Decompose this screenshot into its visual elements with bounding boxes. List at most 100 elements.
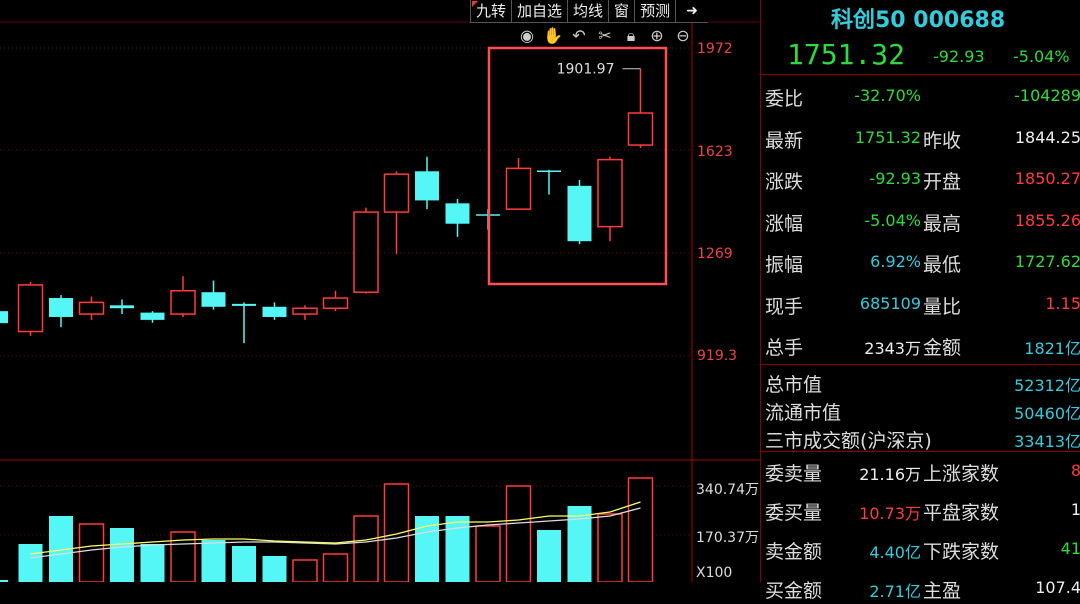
quote-label: 涨跌 <box>765 171 804 193</box>
lock-icon[interactable]: 🔒︎ <box>621 26 641 46</box>
order-value: 8 <box>1070 461 1080 480</box>
quote-value: 1855.26 <box>1014 210 1080 230</box>
candle-body <box>0 311 8 324</box>
order-value: 107.4 <box>1035 578 1080 597</box>
price-row: 1751.32 -92.93 -5.04% <box>761 38 1080 72</box>
candle-body <box>262 306 287 317</box>
moving-average-button[interactable]: 均线 <box>567 0 609 23</box>
price-change-pct: -5.04% <box>1013 47 1070 66</box>
kline-chart-area[interactable]: 1901.97 九转 加自选 均线 窗 预测 ➜ ◉ ✋ ↶ ✂ 🔒︎ ⊕ ⊖ … <box>0 0 760 582</box>
quote-row: 现手 685109 量比 1.15 <box>761 288 1080 320</box>
zoom-out-icon[interactable]: ⊖ <box>673 26 693 46</box>
quote-value: 1751.32 <box>854 127 921 147</box>
candle-body <box>170 289 196 315</box>
candle-body <box>322 297 349 309</box>
volume-bar <box>110 528 134 582</box>
candle-body <box>505 167 532 210</box>
order-row: 委卖量 21.16万 上涨家数 8 <box>761 455 1080 487</box>
add-watchlist-button[interactable]: 加自选 <box>511 0 568 23</box>
quote-value: -5.04% <box>864 210 921 230</box>
order-label: 上涨家数 <box>923 463 1000 485</box>
chart-tool-icons: ◉ ✋ ↶ ✂ 🔒︎ ⊕ ⊖ <box>517 26 693 46</box>
order-value: 4.40亿 <box>869 543 921 562</box>
order-value: 21.16万 <box>859 465 921 484</box>
hand-icon[interactable]: ✋ <box>543 26 563 46</box>
order-value: 41 <box>1060 539 1080 558</box>
volume-bar <box>292 559 318 582</box>
order-row: 委买量 10.73万 平盘家数 1 <box>761 494 1080 526</box>
quote-label: 最低 <box>923 254 962 276</box>
candle-body <box>627 112 654 146</box>
quote-panel: 科创50 000688 1751.32 -92.93 -5.04% 委比 -32… <box>760 0 1080 602</box>
volume-bar <box>201 540 226 582</box>
zoom-in-icon[interactable]: ⊕ <box>647 26 667 46</box>
quote-label: 昨收 <box>923 129 962 152</box>
collapse-arrow-icon[interactable]: ➜ <box>675 0 709 23</box>
divider <box>761 451 1080 452</box>
order-value: 1 <box>1070 500 1080 519</box>
quote-label: 委比 <box>765 88 804 110</box>
volume-bar <box>78 523 105 582</box>
volume-bar <box>475 525 501 582</box>
price-tick-label: 1269 <box>697 246 733 262</box>
order-label: 委卖量 <box>765 463 823 485</box>
candle-body <box>140 312 165 320</box>
price-tick-label: 1623 <box>697 144 733 160</box>
market-row: 总市值 52312亿 <box>761 366 1080 396</box>
forecast-button[interactable]: 预测 <box>634 0 676 23</box>
quote-value: -104289 <box>1014 86 1080 105</box>
candle-body <box>292 307 318 315</box>
quote-value: 1844.25 <box>1014 127 1080 147</box>
scissors-icon[interactable]: ✂ <box>595 26 615 46</box>
volume-bar <box>445 516 470 582</box>
market-row: 流通市值 50460亿 <box>761 394 1080 424</box>
market-label: 流通市值 <box>765 402 842 424</box>
price-tick-label: 919.3 <box>697 348 738 364</box>
order-row: 卖金额 4.40亿 下跌家数 41 <box>761 533 1080 565</box>
undo-icon[interactable]: ↶ <box>569 26 589 46</box>
volume-bar <box>18 544 43 582</box>
market-label: 三市成交额(沪深京) <box>765 430 932 452</box>
candle-body <box>353 211 379 293</box>
nine-turn-button[interactable]: 九转 <box>470 0 512 23</box>
window-button[interactable]: 窗 <box>608 0 635 23</box>
quote-label: 最高 <box>923 212 962 235</box>
candle-body <box>383 173 410 213</box>
quote-label: 金额 <box>923 337 962 359</box>
candle-body <box>201 292 226 307</box>
order-label: 主盈 <box>923 580 962 602</box>
quote-row: 最新 1751.32 昨收 1844.25 <box>761 122 1080 154</box>
candle-body <box>232 303 256 306</box>
divider <box>761 74 1080 75</box>
chart-toolbar: 九转 加自选 均线 窗 预测 ➜ <box>470 0 709 23</box>
quote-value: -32.70% <box>854 86 921 105</box>
quote-label: 开盘 <box>923 171 962 193</box>
volume-bar <box>383 483 410 582</box>
highlight-box <box>487 46 668 286</box>
market-value: 50460亿 <box>1014 404 1080 423</box>
quote-value: 1821亿 <box>1024 339 1080 358</box>
candle-body <box>110 305 134 309</box>
peak-label: 1901.97 <box>557 62 615 78</box>
quote-label: 最新 <box>765 129 804 152</box>
quote-label: 现手 <box>765 295 804 318</box>
eye-icon[interactable]: ◉ <box>517 26 537 46</box>
order-label: 平盘家数 <box>923 502 1000 524</box>
index-title: 科创50 000688 <box>831 8 1006 33</box>
market-row: 三市成交额(沪深京) 33413亿 <box>761 422 1080 452</box>
price-tick-label: 1972 <box>697 41 733 57</box>
volume-bar <box>353 515 379 582</box>
order-row: 买金额 2.71亿 主盈 107.4 <box>761 572 1080 604</box>
candle-body <box>78 301 105 315</box>
volume-bar <box>567 506 592 582</box>
quote-row: 振幅 6.92% 最低 1727.62 <box>761 246 1080 278</box>
volume-bar <box>262 556 287 582</box>
quote-value: 2343万 <box>864 339 921 358</box>
order-label: 下跌家数 <box>923 541 1000 563</box>
quote-label: 涨幅 <box>765 212 804 235</box>
volume-tick-label: 340.74万 <box>696 482 759 498</box>
order-value: 10.73万 <box>859 504 921 523</box>
quote-label: 振幅 <box>765 254 804 276</box>
quote-value: 1850.27 <box>1014 169 1080 188</box>
kline-chart[interactable]: 1901.97 <box>0 0 760 582</box>
